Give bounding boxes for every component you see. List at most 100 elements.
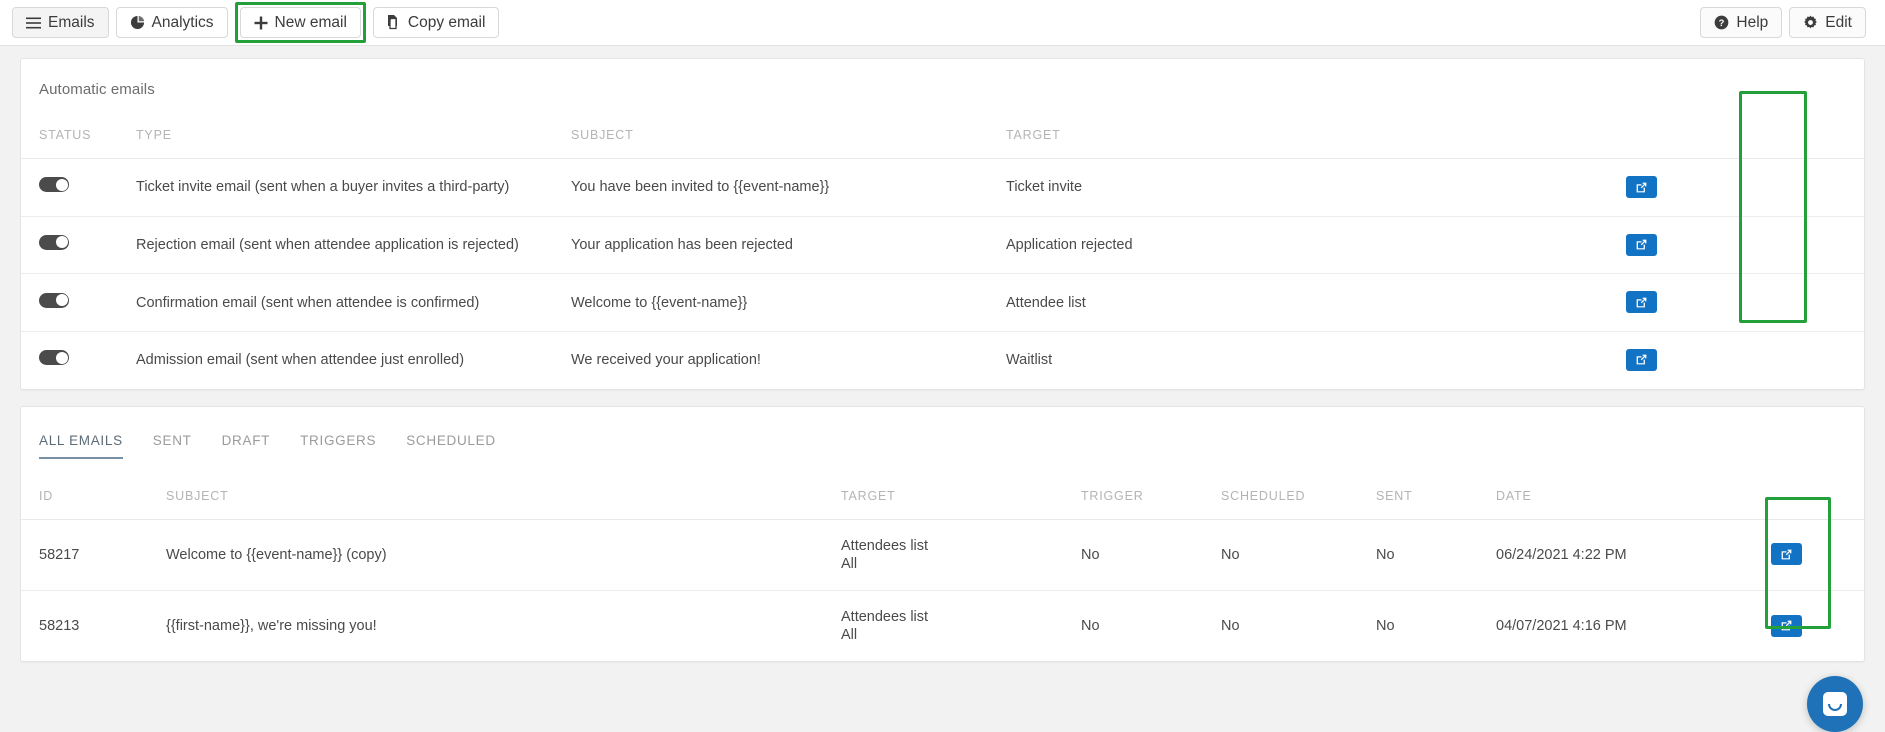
action-cell	[1771, 590, 1864, 661]
smile-shape	[1828, 704, 1842, 711]
scheduled-cell: No	[1221, 590, 1376, 661]
hamburger-menu-icon	[26, 17, 41, 29]
target-line-1: Attendees list	[841, 537, 1081, 555]
col-target: TARGET	[1006, 98, 1626, 159]
plus-icon	[254, 16, 268, 30]
emails-list-tabs: ALL EMAILS SENT DRAFT TRIGGERS SCHEDULED	[21, 407, 1864, 459]
emails-list-table: ID SUBJECT TARGET TRIGGER SCHEDULED SENT…	[21, 459, 1864, 662]
edit-settings-button[interactable]: Edit	[1789, 7, 1866, 38]
col-actions	[1626, 98, 1864, 159]
target-line-1: Attendees list	[841, 608, 1081, 626]
edit-row-button[interactable]	[1626, 176, 1657, 198]
col-status: STATUS	[21, 98, 136, 159]
col-actions	[1771, 459, 1864, 520]
help-button[interactable]: ? Help	[1700, 7, 1782, 38]
external-edit-icon	[1635, 181, 1648, 194]
table-row: 58217 Welcome to {{event-name}} (copy) A…	[21, 519, 1864, 590]
target-cell: Attendee list	[1006, 274, 1626, 332]
type-cell: Rejection email (sent when attendee appl…	[136, 216, 571, 274]
tab-triggers[interactable]: TRIGGERS	[300, 433, 376, 459]
type-cell: Ticket invite email (sent when a buyer i…	[136, 159, 571, 217]
tab-draft[interactable]: DRAFT	[222, 433, 271, 459]
subject-cell: Welcome to {{event-name}}	[571, 274, 1006, 332]
new-email-highlight: New email	[235, 2, 366, 43]
target-cell: Waitlist	[1006, 331, 1626, 388]
col-target: TARGET	[841, 459, 1081, 520]
table-header-row: STATUS TYPE SUBJECT TARGET	[21, 98, 1864, 159]
id-cell: 58213	[21, 590, 166, 661]
col-trigger: TRIGGER	[1081, 459, 1221, 520]
subject-cell: Your application has been rejected	[571, 216, 1006, 274]
automatic-emails-title: Automatic emails	[21, 59, 1864, 98]
date-cell: 04/07/2021 4:16 PM	[1496, 590, 1771, 661]
edit-row-button[interactable]	[1771, 615, 1802, 637]
toggle-knob	[56, 236, 68, 248]
toggle-knob	[56, 179, 68, 191]
new-email-button-label: New email	[275, 14, 347, 32]
table-row: 58213 {{first-name}}, we're missing you!…	[21, 590, 1864, 661]
status-toggle[interactable]	[39, 177, 69, 192]
toolbar-left-group: Emails Analytics New email	[12, 2, 506, 43]
emails-button[interactable]: Emails	[12, 7, 109, 38]
scheduled-cell: No	[1221, 519, 1376, 590]
subject-cell: We received your application!	[571, 331, 1006, 388]
action-cell	[1626, 274, 1864, 332]
emails-list-tbody: 58217 Welcome to {{event-name}} (copy) A…	[21, 519, 1864, 661]
copy-email-button[interactable]: Copy email	[373, 7, 500, 38]
automatic-emails-table: STATUS TYPE SUBJECT TARGET Ticket invite…	[21, 98, 1864, 389]
edit-row-button[interactable]	[1771, 543, 1802, 565]
col-subject: SUBJECT	[571, 98, 1006, 159]
toolbar-right-group: ? Help Edit	[1700, 7, 1873, 38]
analytics-button[interactable]: Analytics	[116, 7, 228, 38]
type-cell: Confirmation email (sent when attendee i…	[136, 274, 571, 332]
tab-sent[interactable]: SENT	[153, 433, 192, 459]
status-toggle[interactable]	[39, 293, 69, 308]
sent-cell: No	[1376, 590, 1496, 661]
col-type: TYPE	[136, 98, 571, 159]
edit-row-button[interactable]	[1626, 349, 1657, 371]
external-edit-icon	[1635, 296, 1648, 309]
edit-row-button[interactable]	[1626, 234, 1657, 256]
help-button-label: Help	[1736, 14, 1768, 32]
help-circle-icon: ?	[1714, 15, 1729, 30]
target-cell: Attendees list All	[841, 590, 1081, 661]
table-row: Ticket invite email (sent when a buyer i…	[21, 159, 1864, 217]
subject-cell: Welcome to {{event-name}} (copy)	[166, 519, 841, 590]
table-row: Confirmation email (sent when attendee i…	[21, 274, 1864, 332]
automatic-emails-thead: STATUS TYPE SUBJECT TARGET	[21, 98, 1864, 159]
action-cell	[1626, 216, 1864, 274]
subject-cell: You have been invited to {{event-name}}	[571, 159, 1006, 217]
tab-all-emails[interactable]: ALL EMAILS	[39, 433, 123, 459]
target-cell: Application rejected	[1006, 216, 1626, 274]
target-cell: Ticket invite	[1006, 159, 1626, 217]
status-toggle[interactable]	[39, 350, 69, 365]
analytics-button-label: Analytics	[152, 14, 214, 32]
external-edit-icon	[1780, 548, 1793, 561]
tab-scheduled[interactable]: SCHEDULED	[406, 433, 496, 459]
edit-settings-button-label: Edit	[1825, 14, 1852, 32]
sent-cell: No	[1376, 519, 1496, 590]
table-header-row: ID SUBJECT TARGET TRIGGER SCHEDULED SENT…	[21, 459, 1864, 520]
action-cell	[1626, 331, 1864, 388]
toggle-knob	[56, 294, 68, 306]
status-cell	[21, 331, 136, 388]
pie-chart-icon	[130, 15, 145, 30]
top-toolbar: Emails Analytics New email	[0, 0, 1885, 46]
col-subject: SUBJECT	[166, 459, 841, 520]
chat-smiley-icon	[1823, 692, 1847, 716]
status-cell	[21, 159, 136, 217]
trigger-cell: No	[1081, 590, 1221, 661]
status-toggle[interactable]	[39, 235, 69, 250]
target-cell: Attendees list All	[841, 519, 1081, 590]
emails-button-label: Emails	[48, 14, 95, 32]
edit-row-button[interactable]	[1626, 291, 1657, 313]
table-row: Admission email (sent when attendee just…	[21, 331, 1864, 388]
new-email-button[interactable]: New email	[240, 7, 361, 38]
col-scheduled: SCHEDULED	[1221, 459, 1376, 520]
toggle-knob	[56, 352, 68, 364]
subject-cell: {{first-name}}, we're missing you!	[166, 590, 841, 661]
action-cell	[1771, 519, 1864, 590]
automatic-emails-card: Automatic emails STATUS TYPE SUBJECT TAR…	[20, 58, 1865, 390]
external-edit-icon	[1635, 353, 1648, 366]
copy-icon	[387, 15, 401, 30]
